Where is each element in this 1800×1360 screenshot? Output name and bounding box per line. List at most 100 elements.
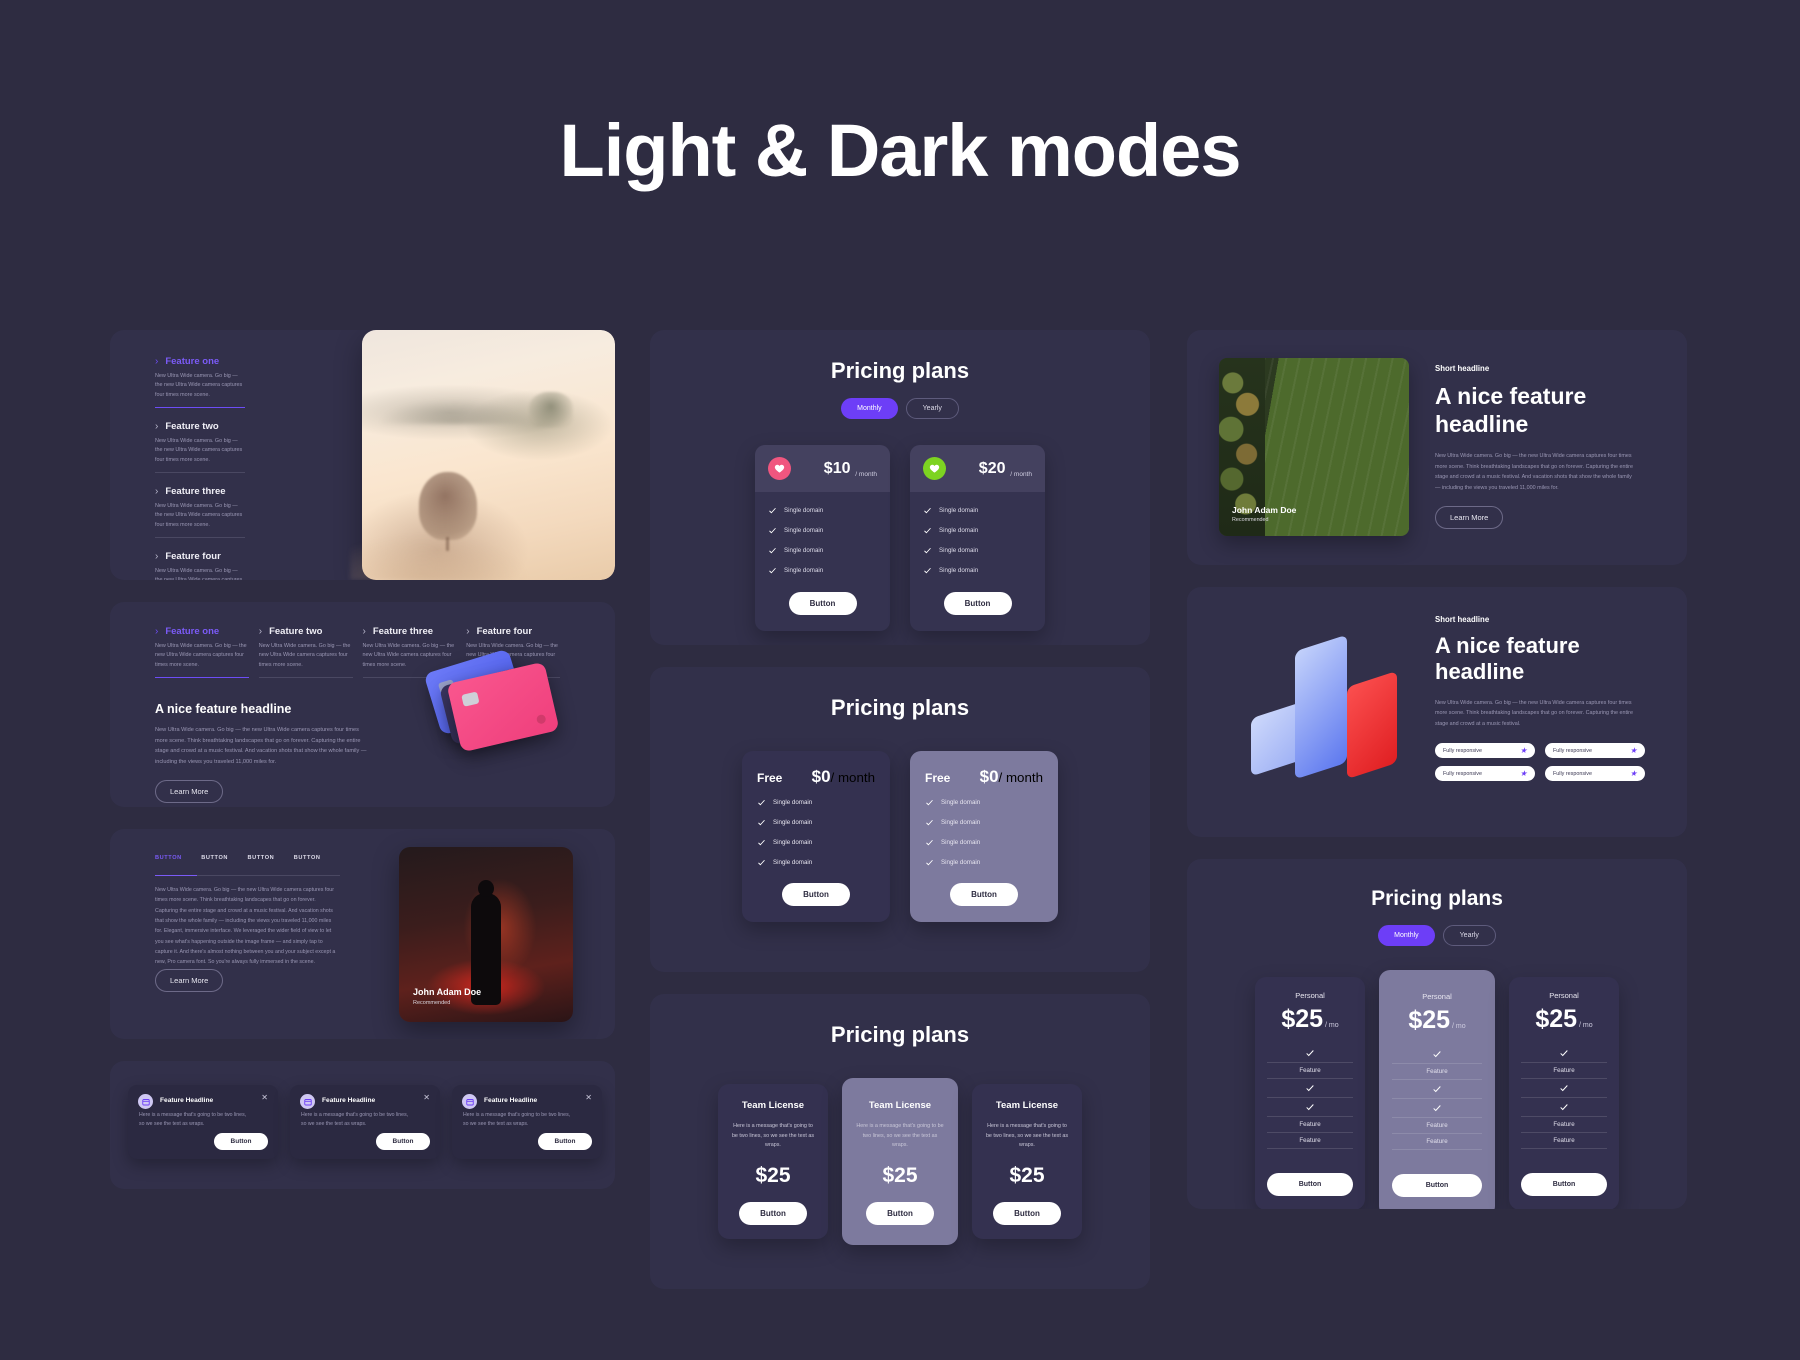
feature-desc: New Ultra Wide camera. Go big — the new … — [155, 567, 242, 580]
pricing-card: Team License Here is a message that's go… — [972, 1084, 1082, 1240]
star-icon: ★ — [1629, 769, 1637, 779]
hero-text-block: Short headline A nice feature headline N… — [1435, 615, 1645, 782]
price-value: $25 — [1535, 1005, 1578, 1033]
card-cta: Button — [1392, 1174, 1482, 1197]
feature-list-item[interactable]: › Feature four New Ultra Wide camera. Go… — [155, 551, 245, 580]
card-price: $0 — [811, 767, 831, 786]
chevron-right-icon: › — [155, 550, 159, 562]
toast-card: Feature Headline ✕ Here is a message tha… — [290, 1085, 440, 1159]
close-icon[interactable]: ✕ — [261, 1093, 268, 1102]
check-icon — [1560, 1085, 1568, 1092]
3d-blocks-illustration — [1239, 634, 1419, 780]
headline: A nice feature headline — [1435, 633, 1580, 685]
feature-tab[interactable]: › Feature one New Ultra Wide camera. Go … — [155, 626, 249, 679]
tab-desc: New Ultra Wide camera. Go big — the new … — [258, 643, 351, 668]
row-feature: Feature — [1521, 1133, 1607, 1149]
star-icon: ★ — [1519, 746, 1527, 756]
check-icon — [924, 527, 931, 534]
card-button[interactable]: Button — [950, 883, 1018, 906]
close-icon[interactable]: ✕ — [423, 1093, 430, 1102]
card-button[interactable]: Button — [1267, 1173, 1353, 1196]
card-button[interactable]: Button — [1392, 1174, 1482, 1197]
feature-desc: New Ultra Wide camera. Go big — the new … — [155, 502, 243, 528]
check-icon — [769, 547, 776, 554]
toast-button[interactable]: Button — [538, 1133, 592, 1150]
feature-label: Single domain — [773, 859, 813, 866]
panel-feature-hero-blocks: Short headline A nice feature headline N… — [1187, 587, 1687, 837]
check-icon — [926, 819, 933, 826]
price-value: $25 — [1408, 1006, 1451, 1034]
card-button[interactable]: Button — [866, 1202, 934, 1226]
check-icon — [769, 567, 776, 574]
feature-label: Feature — [1553, 1121, 1575, 1128]
feature-list-item[interactable]: › Feature two New Ultra Wide camera. Go … — [155, 421, 245, 474]
feature-label: Single domain — [941, 819, 981, 826]
feature-pill[interactable]: Fully responsive ★ — [1545, 766, 1645, 782]
learn-more-button[interactable]: Learn More — [1435, 506, 1504, 530]
row-check — [1521, 1079, 1607, 1098]
feature-label: Feature — [1426, 1138, 1448, 1145]
card-button[interactable]: Button — [943, 592, 1012, 615]
misty-landscape-photo — [350, 330, 615, 580]
pricing-card-highlighted: Free $0/ month Single domain Single doma… — [910, 751, 1058, 922]
panel-feature-list: › Feature one New Ultra Wide camera. Go … — [110, 330, 615, 580]
feature-row: Single domain — [757, 818, 875, 827]
card-name: Personal — [1295, 991, 1325, 1000]
card-button[interactable]: Button — [993, 1202, 1061, 1226]
toast-title: Feature Headline — [160, 1097, 214, 1104]
card-period: / month — [830, 770, 875, 785]
learn-more-button[interactable]: Learn More — [155, 779, 224, 803]
panel-pricing-team: Pricing plans Team License Here is a mes… — [650, 994, 1150, 1289]
card-button[interactable]: Button — [1521, 1173, 1607, 1196]
tab-button[interactable]: BUTTON — [248, 855, 294, 867]
row-feature: Feature — [1392, 1064, 1482, 1080]
feature-label: Single domain — [939, 527, 979, 534]
feature-tab[interactable]: › Feature two New Ultra Wide camera. Go … — [258, 626, 353, 679]
panel-button-tabs: BUTTON BUTTON BUTTON BUTTON New Ultra Wi… — [110, 829, 615, 1039]
toggle-yearly[interactable]: Yearly — [905, 398, 959, 419]
feature-pill[interactable]: Fully responsive ★ — [1435, 766, 1535, 782]
heart-icon — [768, 457, 791, 480]
toast-message: Here is a message that's going to be two… — [463, 1112, 571, 1128]
check-icon — [1433, 1105, 1441, 1112]
card-name: Personal — [1422, 992, 1452, 1001]
toggle-monthly[interactable]: Monthly — [1378, 925, 1435, 946]
hill-shape — [350, 534, 530, 580]
button-tab-row: BUTTON BUTTON BUTTON BUTTON — [155, 855, 340, 867]
tab-button[interactable]: BUTTON — [201, 855, 247, 867]
pricing-title: Pricing plans — [830, 1022, 970, 1047]
feature-pill[interactable]: Fully responsive ★ — [1435, 743, 1535, 759]
feature-pill[interactable]: Fully responsive ★ — [1545, 743, 1645, 759]
card-cta: Button — [755, 586, 890, 631]
feature-title: Feature one — [165, 356, 220, 367]
check-icon — [1306, 1104, 1314, 1111]
close-icon[interactable]: ✕ — [585, 1093, 592, 1102]
tab-button[interactable]: BUTTON — [294, 855, 340, 867]
billing-toggle: Monthly Yearly — [1187, 925, 1687, 946]
page-title: Light & Dark modes — [559, 109, 1242, 192]
card-button[interactable]: Button — [739, 1202, 807, 1226]
toggle-monthly[interactable]: Monthly — [841, 398, 898, 419]
learn-more-button[interactable]: Learn More — [155, 969, 224, 992]
check-icon — [758, 799, 765, 806]
feature-list-item[interactable]: › Feature one New Ultra Wide camera. Go … — [155, 356, 245, 409]
card-button[interactable]: Button — [788, 592, 857, 615]
check-icon — [1433, 1086, 1441, 1093]
feature-list-item[interactable]: › Feature three New Ultra Wide camera. G… — [155, 486, 245, 539]
toggle-yearly[interactable]: Yearly — [1442, 925, 1496, 946]
check-icon — [769, 507, 776, 514]
feature-row: Single domain — [768, 566, 877, 575]
toast-message: Here is a message that's going to be two… — [139, 1112, 247, 1128]
check-icon — [926, 859, 933, 866]
pill-label: Fully responsive — [1443, 747, 1482, 754]
pricing-card-row: Free $0/ month Single domain Single doma… — [650, 751, 1150, 922]
block-blue — [1295, 634, 1347, 780]
body-text: New Ultra Wide camera. Go big — the new … — [1435, 453, 1633, 491]
toast-button[interactable]: Button — [214, 1133, 268, 1150]
card-button[interactable]: Button — [782, 883, 850, 906]
card-rows: Feature Feature Feature — [1267, 1044, 1353, 1149]
tab-button[interactable]: BUTTON — [155, 855, 201, 867]
card-price: $20 — [978, 459, 1006, 477]
pill-label: Fully responsive — [1553, 770, 1592, 777]
toast-button[interactable]: Button — [376, 1133, 430, 1150]
